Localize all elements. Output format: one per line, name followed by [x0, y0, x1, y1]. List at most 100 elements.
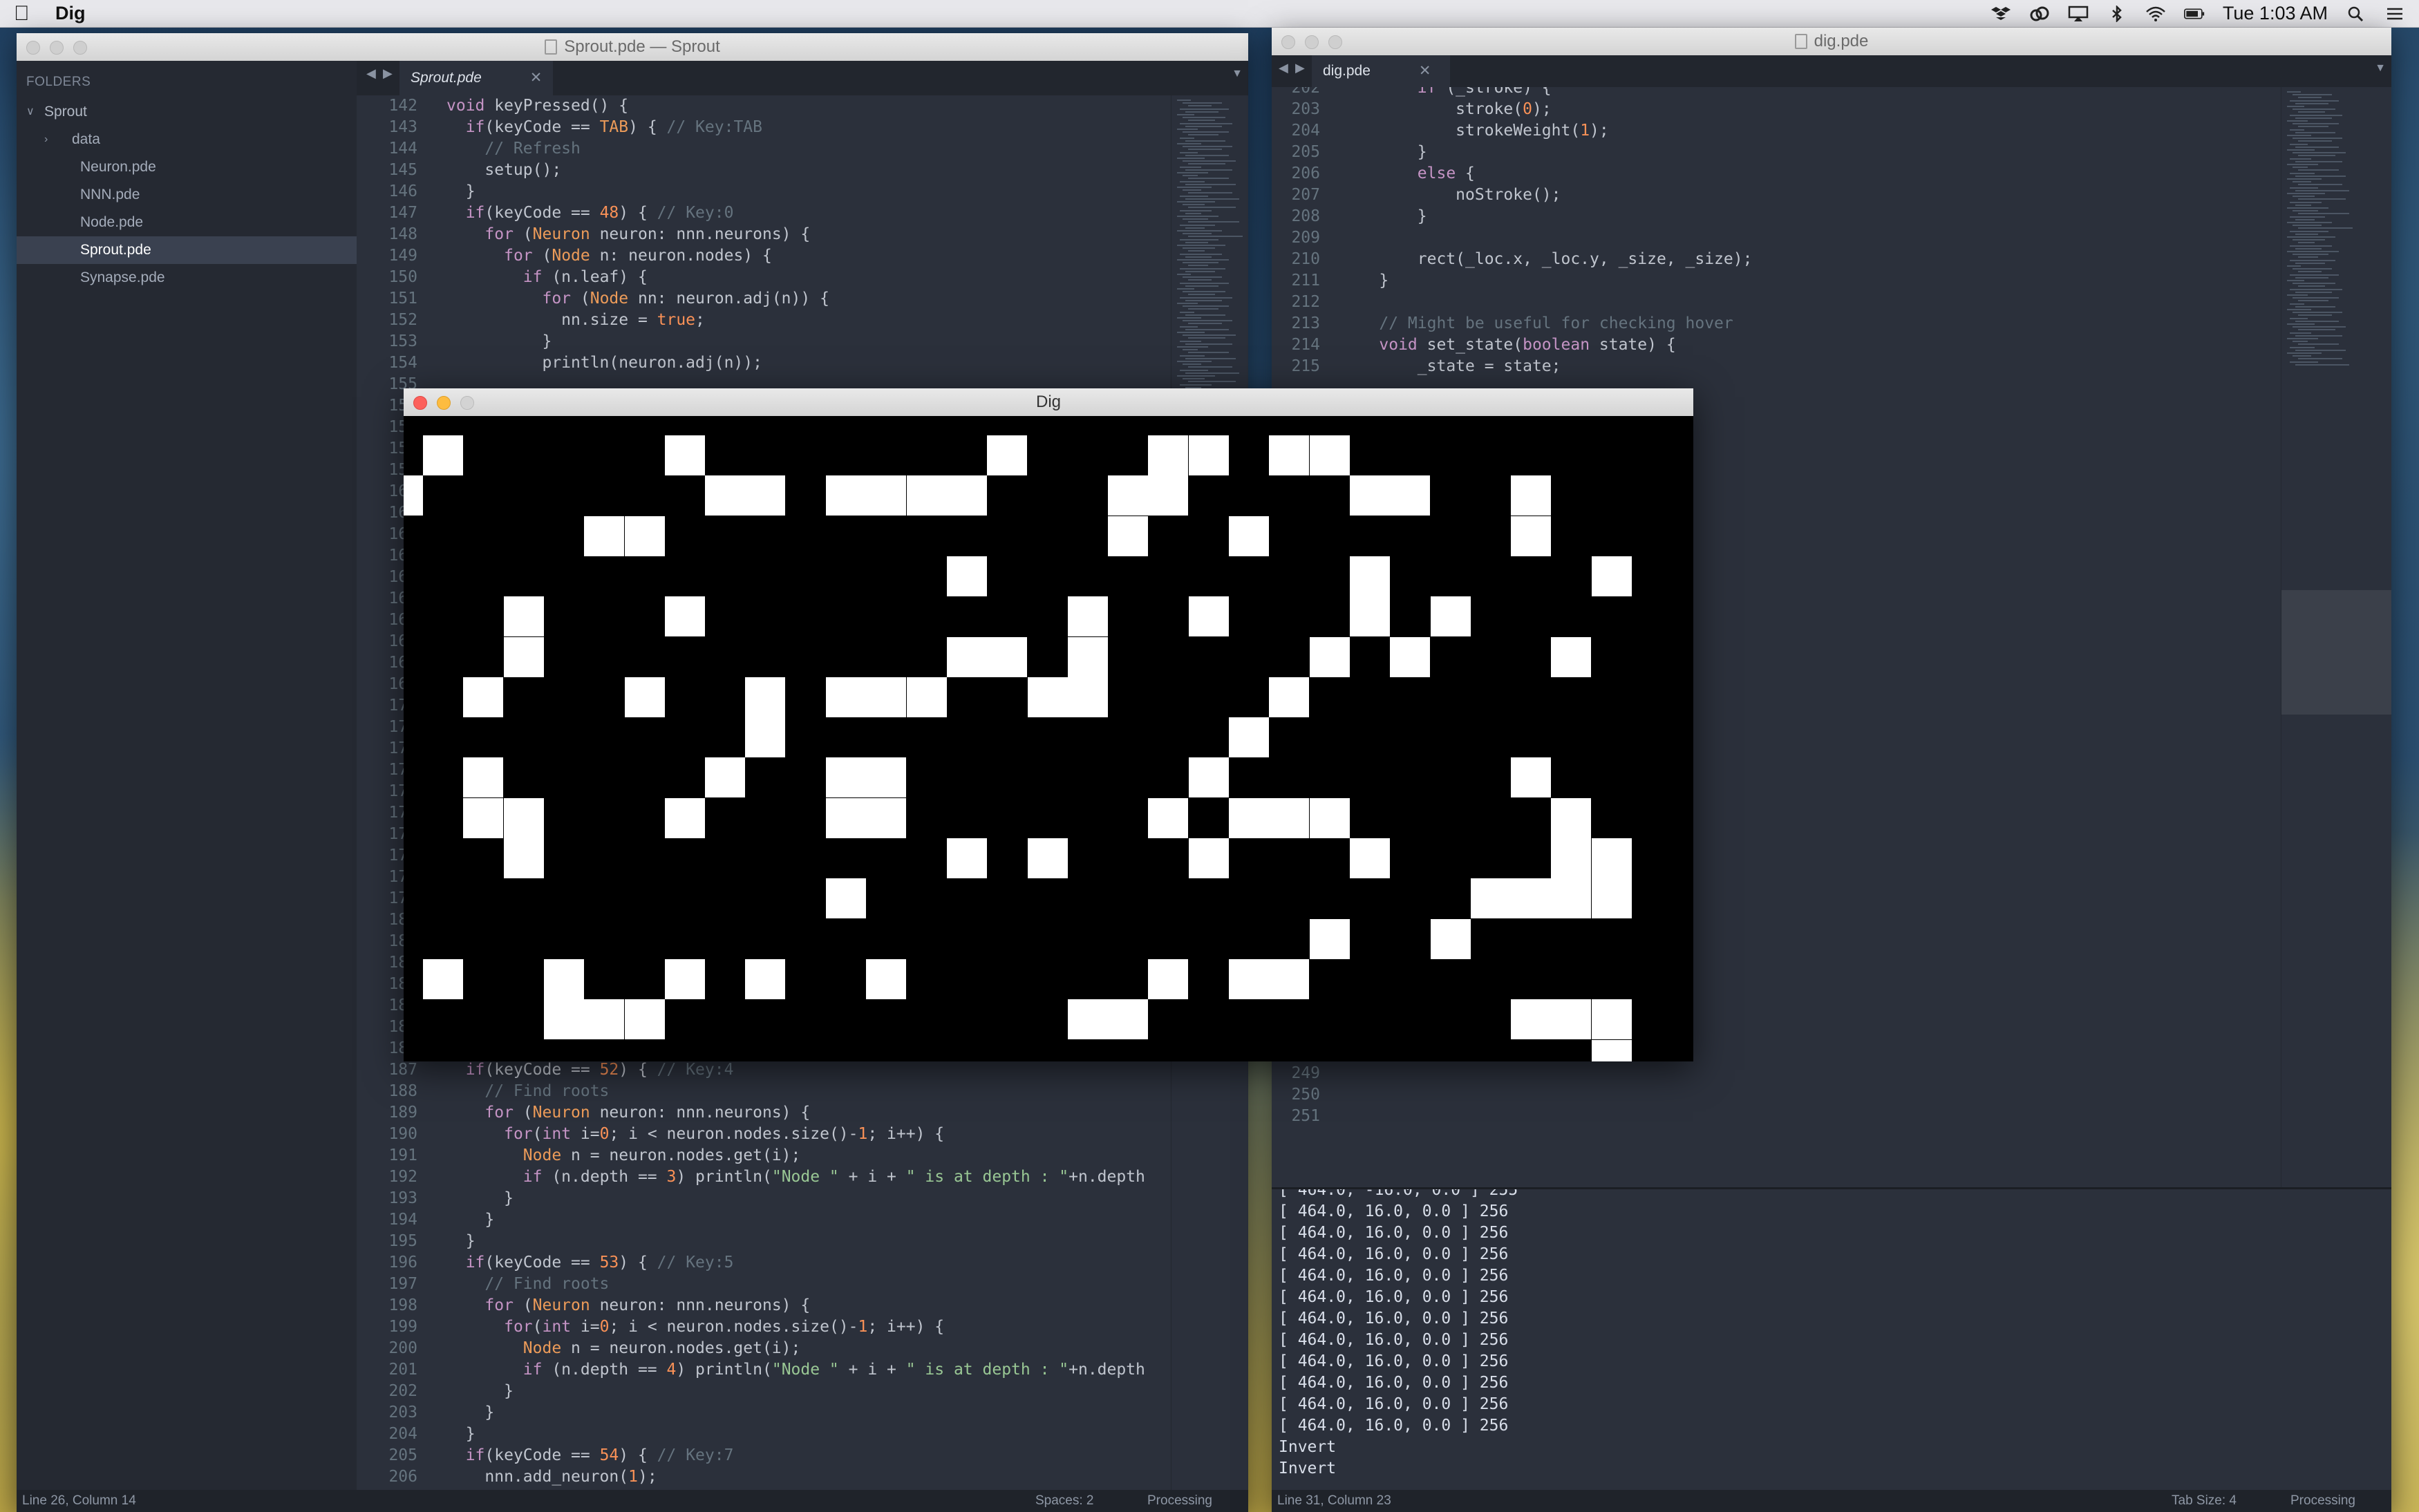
- sidebar-file[interactable]: Neuron.pde: [17, 153, 357, 181]
- minimap-line: [2287, 222, 2332, 223]
- minimap-line: [2293, 138, 2342, 140]
- code-line: 190 for(int i=0; i < neuron.nodes.size()…: [388, 1125, 945, 1143]
- indent-setting[interactable]: Spaces: 2: [1035, 1490, 1094, 1512]
- syntax-setting[interactable]: Processing: [1147, 1490, 1212, 1512]
- sidebar-folder-data[interactable]: › data: [17, 126, 357, 153]
- left-window-titlebar[interactable]: Sprout.pde — Sprout: [17, 33, 1248, 62]
- minimize-button[interactable]: [437, 396, 451, 410]
- syntax-setting[interactable]: Processing: [2290, 1490, 2355, 1512]
- zoom-button[interactable]: [460, 396, 474, 410]
- close-button[interactable]: [1281, 35, 1295, 49]
- zoom-button[interactable]: [73, 41, 87, 55]
- grid-cell: [1310, 435, 1350, 475]
- sketch-titlebar[interactable]: Dig: [404, 388, 1693, 417]
- sidebar-folder-root[interactable]: ∨ Sprout: [17, 98, 357, 126]
- minimap-line: [1177, 303, 1198, 304]
- minimap-line: [2295, 276, 2328, 278]
- sidebar-file[interactable]: NNN.pde: [17, 181, 357, 209]
- grid-cell: [1229, 798, 1269, 838]
- close-button[interactable]: [413, 396, 427, 410]
- grid-cell: [665, 596, 705, 636]
- minimap-line: [1183, 247, 1215, 249]
- chevron-right-icon: ›: [44, 133, 48, 145]
- sketch-canvas[interactable]: [404, 416, 1693, 1061]
- close-button[interactable]: [26, 41, 40, 55]
- minimap-line: [2287, 323, 2315, 325]
- menu-bar:  Dig Tue 1:03 AM: [0, 0, 2419, 28]
- dropbox-icon[interactable]: [1990, 6, 2011, 22]
- sidebar-file[interactable]: Node.pde: [17, 209, 357, 236]
- app-name[interactable]: Dig: [55, 3, 86, 24]
- tab-back-icon[interactable]: ◀: [366, 66, 376, 81]
- document-icon: [1794, 34, 1807, 49]
- sidebar: FOLDERS ∨ Sprout › data Neuron.pde NNN.pde…: [17, 61, 357, 1490]
- code-line: 149 for (Node n: neuron.nodes) {: [388, 247, 772, 265]
- code-line: 250: [1291, 1086, 1320, 1104]
- minimap-line: [1188, 265, 1208, 267]
- minimap-line: [1188, 323, 1222, 325]
- list-icon[interactable]: [2384, 6, 2405, 22]
- code-line: 206 nnn.add_neuron(1);: [388, 1468, 657, 1486]
- right-minimap[interactable]: [2281, 87, 2391, 1187]
- code-line: 207 noStroke();: [1291, 186, 1561, 204]
- menubar-clock[interactable]: Tue 1:03 AM: [2223, 3, 2328, 24]
- tab-dropdown-icon[interactable]: ▼: [1232, 68, 1243, 80]
- right-window-titlebar[interactable]: dig.pde: [1272, 28, 2391, 56]
- grid-cell: [1350, 596, 1390, 636]
- minimap-line: [2287, 294, 2308, 296]
- grid-cell: [1028, 677, 1068, 717]
- console-line: [ 464.0, -16.0, 0.0 ] 255: [1279, 1187, 1518, 1199]
- code-line: 211 }: [1291, 272, 1389, 290]
- apple-icon[interactable]: : [14, 2, 41, 26]
- minimap-line: [2293, 196, 2315, 198]
- minimap-line: [2295, 233, 2318, 235]
- minimap-line: [2290, 317, 2308, 319]
- console-line: [ 464.0, 16.0, 0.0 ] 256: [1279, 1224, 1509, 1242]
- grid-cell: [463, 798, 503, 838]
- minimap-viewport[interactable]: [2281, 590, 2391, 715]
- code-line: 209: [1291, 229, 1320, 247]
- minimize-button[interactable]: [50, 41, 64, 55]
- creative-cloud-icon[interactable]: [2029, 6, 2050, 22]
- code-line: 148 for (Neuron neuron: nnn.neurons) {: [388, 225, 811, 243]
- grid-cell: [866, 757, 906, 797]
- tab-dropdown-icon[interactable]: ▼: [2375, 62, 2386, 75]
- minimap-line: [2287, 135, 2311, 136]
- console-line: Invert: [1279, 1459, 1337, 1477]
- tab-forward-icon[interactable]: ▶: [383, 66, 393, 81]
- sidebar-file-active[interactable]: Sprout.pde: [17, 236, 357, 264]
- minimap-line: [2293, 341, 2308, 343]
- minimap-line: [1188, 381, 1236, 383]
- grid-cell: [866, 677, 906, 717]
- battery-icon[interactable]: [2183, 6, 2205, 22]
- close-tab-icon[interactable]: ✕: [530, 70, 543, 86]
- close-tab-icon[interactable]: ✕: [1419, 63, 1431, 79]
- minimize-button[interactable]: [1305, 35, 1319, 49]
- grid-cell: [1471, 878, 1511, 918]
- search-icon[interactable]: [2346, 6, 2366, 22]
- minimap-line: [2298, 184, 2342, 186]
- grid-cell: [1108, 475, 1148, 516]
- bluetooth-icon[interactable]: [2107, 4, 2127, 23]
- code-line: 202 }: [388, 1382, 514, 1400]
- sidebar-file[interactable]: Synapse.pde: [17, 264, 357, 292]
- tab-size-setting[interactable]: Tab Size: 4: [2172, 1490, 2237, 1512]
- tab-dig[interactable]: dig.pde ✕: [1312, 55, 1450, 87]
- zoom-button[interactable]: [1328, 35, 1342, 49]
- grid-cell: [584, 999, 624, 1039]
- minimap-line: [1188, 236, 1243, 238]
- airplay-icon[interactable]: [2068, 6, 2089, 22]
- wifi-icon[interactable]: [2145, 6, 2166, 22]
- console-output[interactable]: [ 464.0, -16.0, 0.0 ] 255 [ 464.0, 16.0, …: [1272, 1187, 2391, 1492]
- minimap-line: [1185, 212, 1201, 214]
- tab-back-icon[interactable]: ◀: [1279, 61, 1288, 75]
- grid-cell: [1551, 878, 1591, 918]
- tab-forward-icon[interactable]: ▶: [1295, 61, 1305, 75]
- tab-sprout[interactable]: Sprout.pde ✕: [399, 61, 553, 95]
- grid-cell: [1269, 798, 1309, 838]
- minimap-line: [1180, 253, 1222, 255]
- minimap-line: [2290, 216, 2325, 218]
- code-line: 210 rect(_loc.x, _loc.y, _size, _size);: [1291, 250, 1753, 268]
- grid-cell: [987, 637, 1027, 677]
- console-line: Invert: [1279, 1438, 1337, 1456]
